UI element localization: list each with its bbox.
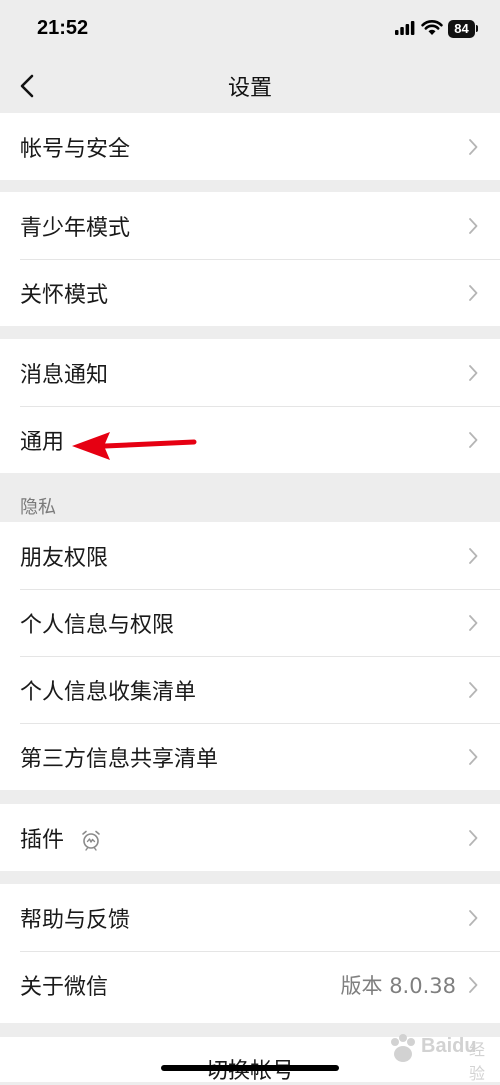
chevron-right-icon — [469, 682, 478, 698]
settings-group-modes: 青少年模式 关怀模式 — [0, 192, 500, 326]
settings-item-notifications[interactable]: 消息通知 — [0, 339, 500, 406]
settings-item-personal-info-permissions[interactable]: 个人信息与权限 — [0, 589, 500, 656]
chevron-right-icon — [469, 749, 478, 765]
settings-item-label: 插件 — [20, 828, 65, 853]
section-label-privacy: 隐私 — [20, 497, 56, 518]
paw-logo-icon — [391, 1034, 415, 1062]
settings-item-label: 个人信息与权限 — [20, 613, 175, 638]
settings-item-label: 青少年模式 — [20, 216, 131, 241]
navigation-bar: 设置 — [0, 60, 500, 112]
settings-item-label: 帮助与反馈 — [20, 908, 131, 933]
watermark-sub: 经验 — [469, 1040, 486, 1083]
settings-group-privacy: 朋友权限 个人信息与权限 个人信息收集清单 第三方信息共享清单 — [0, 522, 500, 790]
settings-item-teen-mode[interactable]: 青少年模式 — [0, 192, 500, 259]
chevron-right-icon — [469, 615, 478, 631]
settings-item-label: 关于微信 — [20, 975, 109, 1000]
status-bar: 21:52 84 — [0, 0, 500, 60]
chevron-right-icon — [469, 830, 478, 846]
battery-indicator: 84 — [448, 20, 475, 38]
annotation-arrow-icon — [72, 432, 197, 460]
status-time: 21:52 — [37, 17, 89, 39]
settings-group-account: 帐号与安全 — [0, 113, 500, 180]
settings-item-third-party-sharing[interactable]: 第三方信息共享清单 — [0, 723, 500, 790]
chevron-right-icon — [469, 977, 478, 993]
chevron-right-icon — [469, 548, 478, 564]
settings-item-label: 朋友权限 — [20, 546, 109, 571]
baidu-watermark: Baidu 经验 — [383, 1028, 495, 1083]
settings-item-label: 关怀模式 — [20, 283, 109, 308]
settings-item-label: 消息通知 — [20, 363, 109, 388]
settings-group-plugins: 插件 — [0, 804, 500, 871]
chevron-right-icon — [469, 218, 478, 234]
chevron-right-icon — [469, 139, 478, 155]
chevron-right-icon — [469, 285, 478, 301]
settings-item-label: 帐号与安全 — [20, 137, 131, 162]
chevron-right-icon — [469, 432, 478, 448]
chevron-right-icon — [469, 910, 478, 926]
settings-group-help: 帮助与反馈 关于微信 版本 8.0.38 — [0, 884, 500, 1023]
battery-tip — [476, 25, 478, 32]
settings-item-friend-permissions[interactable]: 朋友权限 — [0, 522, 500, 589]
home-indicator[interactable] — [161, 1065, 339, 1071]
settings-item-about-wechat[interactable]: 关于微信 版本 8.0.38 — [0, 951, 500, 1023]
page-title: 设置 — [227, 76, 272, 101]
settings-item-label: 个人信息收集清单 — [20, 680, 197, 705]
chevron-right-icon — [469, 365, 478, 381]
cellular-signal-icon — [395, 21, 415, 35]
settings-item-care-mode[interactable]: 关怀模式 — [0, 259, 500, 326]
settings-item-label: 第三方信息共享清单 — [20, 747, 219, 772]
settings-item-label: 通用 — [20, 430, 65, 455]
wifi-icon — [421, 20, 443, 35]
battery-level: 84 — [454, 21, 469, 36]
alarm-clock-icon — [82, 830, 100, 851]
settings-item-personal-info-collection[interactable]: 个人信息收集清单 — [0, 656, 500, 723]
settings-item-help-feedback[interactable]: 帮助与反馈 — [0, 884, 500, 951]
settings-item-plugins[interactable]: 插件 — [0, 804, 500, 871]
settings-item-account-security[interactable]: 帐号与安全 — [0, 113, 500, 180]
version-value: 版本 8.0.38 — [340, 974, 456, 998]
